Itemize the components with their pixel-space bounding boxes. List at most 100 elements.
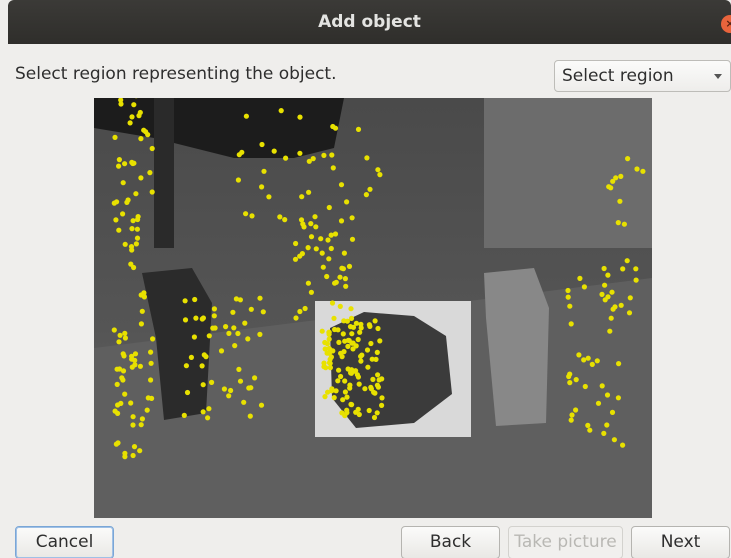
keypoint <box>620 442 626 448</box>
keypoint <box>337 303 343 309</box>
take-picture-button[interactable]: Take picture <box>508 526 623 558</box>
keypoint <box>605 294 611 300</box>
keypoint <box>367 186 373 192</box>
keypoint <box>321 360 327 366</box>
camera-view[interactable] <box>94 98 652 518</box>
keypoint <box>368 384 374 390</box>
keypoint <box>350 324 357 330</box>
keypoint <box>343 283 349 289</box>
keypoint <box>626 310 633 316</box>
keypoint <box>355 374 361 380</box>
keypoint <box>260 309 266 315</box>
keypoint <box>627 295 633 301</box>
keypoint <box>321 152 327 158</box>
keypoint <box>124 199 130 205</box>
keypoint <box>242 320 248 326</box>
keypoint <box>235 330 241 337</box>
keypoint <box>182 298 188 304</box>
scene-wall <box>484 98 652 248</box>
keypoint <box>131 102 137 108</box>
keypoint <box>277 214 283 220</box>
back-button[interactable]: Back <box>401 526 500 558</box>
keypoint <box>345 343 351 349</box>
keypoint <box>607 328 613 334</box>
keypoint <box>131 444 138 450</box>
keypoint <box>375 325 381 332</box>
keypoint <box>358 321 364 327</box>
keypoint <box>117 332 123 338</box>
keypoint <box>364 347 371 353</box>
keypoint <box>112 134 118 140</box>
keypoint <box>336 339 342 345</box>
keypoint <box>192 296 198 303</box>
camera-image[interactable] <box>94 98 652 518</box>
keypoint <box>182 317 189 323</box>
keypoint <box>143 129 149 135</box>
keypoint <box>223 324 229 330</box>
keypoint <box>344 407 350 413</box>
keypoint <box>364 155 370 161</box>
keypoint <box>624 258 630 264</box>
keypoint <box>357 329 363 335</box>
instruction-label: Select region representing the object. <box>15 64 337 84</box>
keypoint <box>581 357 587 363</box>
keypoint <box>293 240 299 247</box>
keypoint <box>342 276 348 282</box>
keypoint <box>324 273 330 280</box>
keypoint <box>137 448 143 454</box>
keypoint <box>193 315 199 321</box>
keypoint <box>138 136 144 142</box>
keypoint <box>259 184 265 190</box>
keypoint <box>148 377 154 383</box>
keypoint <box>565 287 571 294</box>
keypoint <box>375 167 381 173</box>
keypoint <box>298 217 305 223</box>
keypoint <box>129 114 135 120</box>
region-select-dropdown[interactable]: Select region <box>554 60 731 92</box>
keypoint <box>116 227 122 233</box>
keypoint <box>342 378 348 384</box>
keypoint <box>241 399 247 405</box>
keypoint <box>130 218 136 224</box>
keypoint <box>377 172 383 178</box>
keypoint <box>122 454 128 460</box>
keypoint <box>337 274 343 280</box>
keypoint <box>122 161 128 167</box>
keypoint <box>374 410 380 416</box>
keypoint <box>313 246 319 252</box>
keypoint <box>338 373 344 380</box>
keypoint <box>379 376 385 382</box>
keypoint <box>625 156 631 162</box>
keypoint <box>302 305 308 312</box>
keypoint <box>282 217 288 223</box>
keypoint <box>237 297 243 303</box>
keypoint <box>283 155 289 161</box>
keypoint <box>348 306 354 312</box>
keypoint <box>210 325 216 331</box>
keypoint <box>339 410 345 416</box>
keypoint <box>633 266 639 272</box>
keypoint <box>308 234 315 240</box>
keypoint <box>141 290 147 296</box>
keypoint <box>116 339 122 345</box>
next-button[interactable]: Next <box>631 526 730 558</box>
keypoint <box>206 406 212 412</box>
keypoint <box>138 175 144 181</box>
keypoint <box>367 323 373 329</box>
keypoint <box>121 353 127 359</box>
keypoint <box>346 263 353 269</box>
keypoint <box>232 343 238 349</box>
keypoint <box>191 334 197 340</box>
keypoint <box>375 372 381 378</box>
keypoint <box>326 336 332 342</box>
keypoint <box>184 389 191 396</box>
keypoint <box>604 392 611 398</box>
keypoint <box>292 256 299 262</box>
keypoint <box>609 289 615 295</box>
keypoint <box>348 370 354 376</box>
keypoint <box>139 416 145 422</box>
keypoint <box>130 452 136 459</box>
keypoint <box>188 354 194 360</box>
cancel-button[interactable]: Cancel <box>15 526 114 558</box>
keypoint <box>245 336 251 342</box>
